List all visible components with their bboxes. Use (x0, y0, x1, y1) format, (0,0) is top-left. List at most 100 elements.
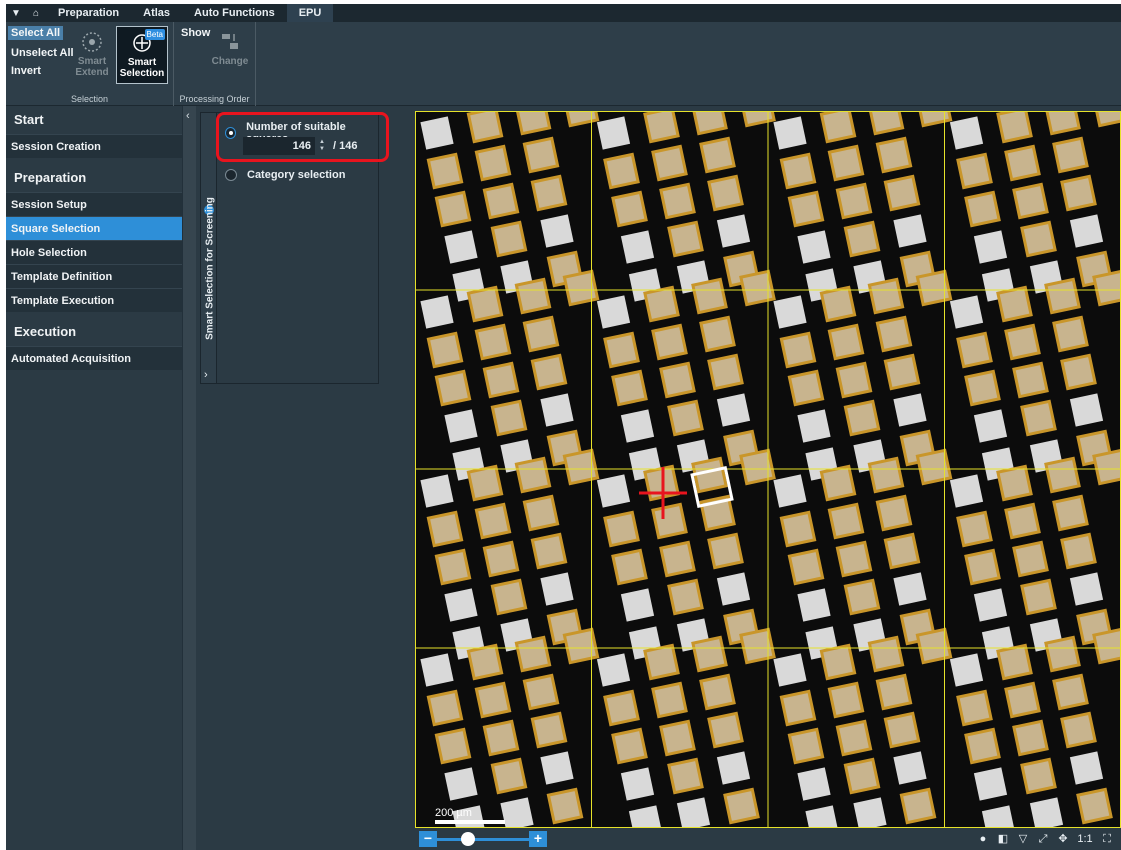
workflow-collapse-strip[interactable]: ‹ (182, 106, 196, 850)
selected-grid-square[interactable] (1004, 502, 1041, 540)
selected-grid-square[interactable] (996, 464, 1033, 502)
grid-square[interactable] (773, 653, 807, 687)
grid-square[interactable] (949, 295, 984, 329)
grid-square[interactable] (1069, 751, 1104, 785)
chevron-left-icon[interactable]: ‹ (186, 110, 190, 122)
selected-grid-square[interactable] (611, 727, 648, 765)
selected-grid-square[interactable] (867, 277, 905, 315)
selected-grid-square[interactable] (434, 548, 472, 586)
grid-square[interactable] (949, 116, 984, 150)
selected-grid-square[interactable] (522, 494, 560, 532)
invert-button[interactable]: Invert (8, 64, 44, 78)
grid-square[interactable] (797, 230, 831, 264)
selected-grid-square[interactable] (659, 361, 696, 399)
selected-grid-square[interactable] (819, 285, 857, 323)
selected-grid-square[interactable] (426, 510, 464, 548)
tab-preparation[interactable]: Preparation (46, 4, 131, 22)
selected-grid-square[interactable] (643, 111, 680, 144)
selected-grid-square[interactable] (1076, 787, 1113, 825)
selected-grid-square[interactable] (843, 757, 881, 795)
selected-grid-square[interactable] (667, 399, 704, 437)
selected-grid-square[interactable] (434, 369, 472, 407)
selected-grid-square[interactable] (466, 643, 504, 681)
selected-grid-square[interactable] (434, 190, 472, 228)
grid-square[interactable] (973, 767, 1008, 801)
selected-grid-square[interactable] (1044, 111, 1081, 136)
selected-grid-square[interactable] (956, 331, 993, 369)
change-button[interactable]: Change (204, 26, 256, 84)
selected-grid-square[interactable] (915, 448, 953, 486)
grid-square[interactable] (1029, 797, 1064, 828)
selected-grid-square[interactable] (707, 353, 744, 391)
selected-grid-square[interactable] (699, 673, 736, 711)
grid-square[interactable] (797, 588, 831, 622)
selected-grid-square[interactable] (787, 727, 825, 765)
selected-grid-square[interactable] (964, 548, 1001, 586)
selected-grid-square[interactable] (915, 111, 953, 128)
selected-grid-square[interactable] (522, 673, 560, 711)
grid-square[interactable] (620, 409, 655, 443)
grid-square[interactable] (1069, 393, 1104, 427)
workflow-item-template-definition[interactable]: Template Definition (6, 264, 182, 288)
grid-square[interactable] (716, 572, 751, 606)
grid-square[interactable] (949, 474, 984, 508)
selected-grid-square[interactable] (490, 578, 528, 616)
selected-grid-square[interactable] (474, 144, 512, 182)
selected-grid-square[interactable] (659, 719, 696, 757)
selected-grid-square[interactable] (835, 719, 873, 757)
selected-grid-square[interactable] (426, 689, 464, 727)
chevron-right-icon[interactable]: › (204, 369, 208, 381)
selected-grid-square[interactable] (651, 323, 688, 361)
grid-square[interactable] (973, 409, 1008, 443)
grid-square[interactable] (973, 588, 1008, 622)
selected-grid-square[interactable] (779, 152, 817, 190)
selected-grid-square[interactable] (915, 269, 953, 307)
grid-square[interactable] (893, 751, 927, 785)
selected-grid-square[interactable] (843, 578, 881, 616)
selected-grid-square[interactable] (996, 111, 1033, 144)
selected-grid-square[interactable] (964, 190, 1001, 228)
selected-grid-square[interactable] (819, 111, 857, 144)
selected-grid-square[interactable] (603, 331, 640, 369)
selected-grid-square[interactable] (530, 711, 568, 749)
grid-square[interactable] (773, 116, 807, 150)
option-category-selection[interactable]: Category selection (225, 169, 345, 181)
selected-grid-square[interactable] (1020, 399, 1057, 437)
grid-square[interactable] (500, 797, 534, 828)
fullscreen-icon[interactable]: ⛶ (1099, 831, 1115, 847)
grid-square[interactable] (805, 805, 839, 828)
grid-square[interactable] (773, 474, 807, 508)
selected-grid-square[interactable] (474, 323, 512, 361)
filter-icon[interactable]: ▽ (1015, 831, 1031, 847)
selected-grid-square[interactable] (835, 361, 873, 399)
grid-square[interactable] (420, 653, 454, 687)
grid-square[interactable] (1069, 572, 1104, 606)
radio-category-selection[interactable] (225, 169, 237, 181)
selected-grid-square[interactable] (562, 627, 600, 665)
selected-grid-square[interactable] (1012, 719, 1049, 757)
grid-square[interactable] (420, 474, 454, 508)
selected-grid-square[interactable] (1044, 456, 1081, 494)
selected-grid-square[interactable] (546, 787, 584, 825)
one-to-one-button[interactable]: 1:1 (1075, 831, 1095, 847)
grid-square[interactable] (596, 653, 631, 687)
selected-grid-square[interactable] (827, 144, 865, 182)
zoom-slider-track[interactable] (437, 838, 529, 841)
grid-square[interactable] (716, 214, 751, 248)
workflow-item-hole-selection[interactable]: Hole Selection (6, 240, 182, 264)
selected-grid-square[interactable] (643, 643, 680, 681)
selected-grid-square[interactable] (787, 548, 825, 586)
selected-grid-square[interactable] (603, 689, 640, 727)
grid-square[interactable] (949, 653, 984, 687)
selected-grid-square[interactable] (482, 182, 520, 220)
selected-grid-square[interactable] (611, 548, 648, 586)
selected-grid-square[interactable] (707, 174, 744, 212)
grid-square[interactable] (716, 751, 751, 785)
selected-grid-square[interactable] (651, 502, 688, 540)
selected-grid-square[interactable] (643, 285, 680, 323)
selected-grid-square[interactable] (827, 502, 865, 540)
grid-square[interactable] (893, 393, 927, 427)
grid-square[interactable] (773, 295, 807, 329)
grid-square[interactable] (628, 805, 663, 828)
grid-square[interactable] (596, 295, 631, 329)
